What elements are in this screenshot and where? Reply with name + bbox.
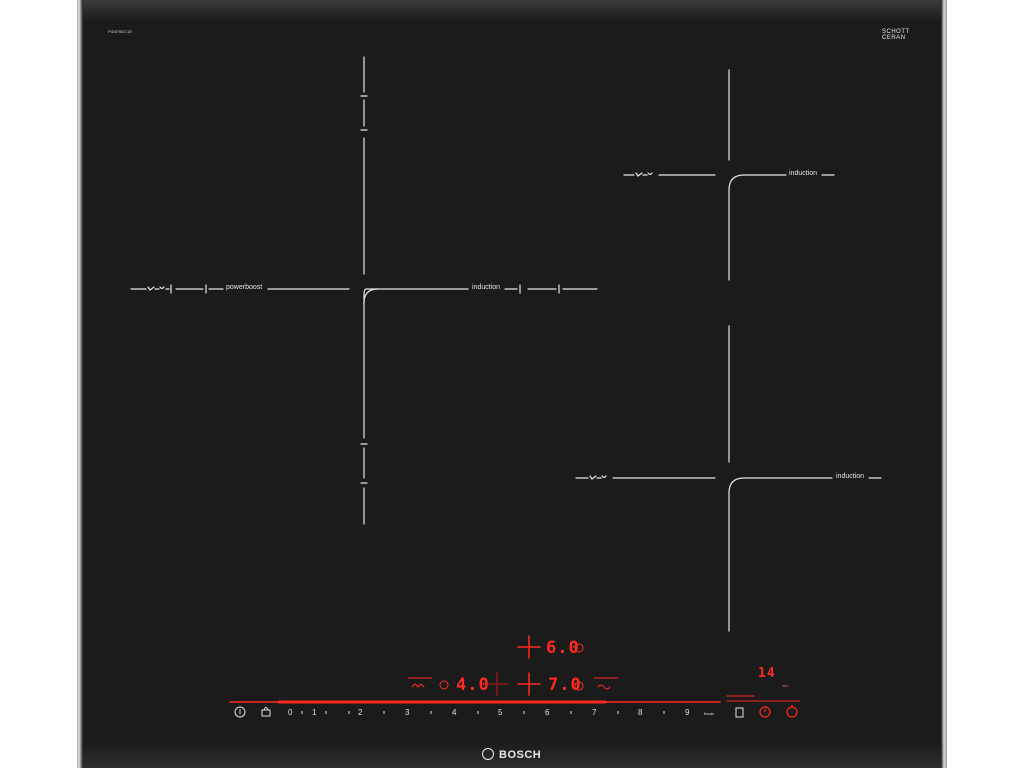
slider-level-2[interactable]: 2	[358, 708, 362, 717]
timer-button[interactable]	[756, 703, 774, 721]
slider-level-5[interactable]: 5	[498, 708, 502, 717]
top-zone-level-display: 6.0	[546, 638, 580, 658]
timer-display: 14	[758, 666, 776, 681]
boost-button[interactable]: boost	[704, 711, 714, 716]
timer-unit: min	[782, 683, 789, 688]
slider-level-3[interactable]: 3	[405, 708, 409, 717]
top-zone-select-button[interactable]	[516, 634, 542, 660]
slider-level-8[interactable]: 8	[638, 708, 642, 717]
right-zone-level-display: 7.0	[548, 675, 582, 695]
wipe-protect-button[interactable]	[731, 703, 749, 721]
power-button[interactable]	[231, 703, 249, 721]
bosch-logo-icon	[482, 748, 494, 760]
slider-level-9[interactable]: 9	[685, 708, 689, 717]
slider-level-1[interactable]: 1	[312, 708, 316, 717]
slider-level-0[interactable]: 0	[288, 708, 292, 717]
child-lock-button[interactable]	[257, 703, 275, 721]
slider-level-7[interactable]: 7	[592, 708, 596, 717]
control-panel-graphics	[229, 635, 801, 718]
slider-level-4[interactable]: 4	[452, 708, 456, 717]
brand-name: BOSCH	[499, 749, 542, 761]
stopwatch-button[interactable]	[783, 703, 801, 721]
left-zone-select-button[interactable]	[484, 671, 510, 697]
slider-level-6[interactable]: 6	[545, 708, 549, 717]
right-zone-select-button[interactable]	[516, 671, 542, 697]
